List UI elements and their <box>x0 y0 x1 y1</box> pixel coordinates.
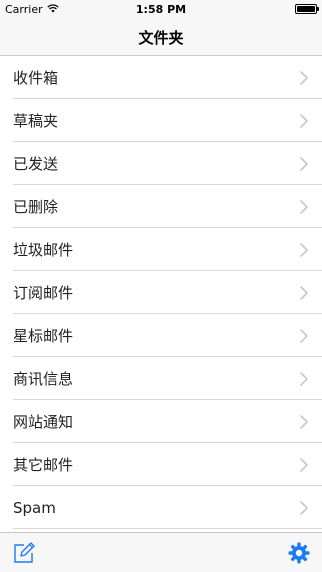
settings-button[interactable] <box>288 542 310 564</box>
folder-label: 收件箱 <box>13 69 59 87</box>
battery-fill <box>297 6 315 12</box>
chevron-right-icon <box>300 242 308 257</box>
chevron-right-icon <box>300 156 308 171</box>
gear-icon <box>288 542 310 568</box>
folder-list: 收件箱草稿夹已发送已删除垃圾邮件订阅邮件星标邮件商讯信息网站通知其它邮件 Spam <box>0 56 322 529</box>
folder-row[interactable]: 星标邮件 <box>0 314 322 357</box>
chevron-right-icon <box>300 328 308 343</box>
page-title: 文件夹 <box>138 29 184 47</box>
folder-row[interactable]: 网站通知 <box>0 400 322 443</box>
chevron-right-icon <box>300 457 308 472</box>
folder-row[interactable]: 商讯信息 <box>0 357 322 400</box>
folder-row[interactable]: 订阅邮件 <box>0 271 322 314</box>
folder-label: 已删除 <box>13 198 59 216</box>
folder-label: 商讯信息 <box>13 370 74 388</box>
chevron-right-icon <box>300 199 308 214</box>
status-bar: Carrier 1:58 PM <box>0 0 322 20</box>
folder-label: 垃圾邮件 <box>13 241 74 259</box>
folder-row[interactable]: Spam <box>0 486 322 529</box>
chevron-right-icon <box>300 113 308 128</box>
folder-label: 其它邮件 <box>13 456 74 474</box>
chevron-right-icon <box>300 285 308 300</box>
chevron-right-icon <box>300 70 308 85</box>
folder-row[interactable]: 已删除 <box>0 185 322 228</box>
folder-row[interactable]: 收件箱 <box>0 56 322 99</box>
folder-label: 已发送 <box>13 155 59 173</box>
compose-icon <box>12 542 36 569</box>
folder-label: 草稿夹 <box>13 112 59 130</box>
folder-label: 星标邮件 <box>13 327 74 345</box>
bottom-toolbar <box>0 532 322 572</box>
folder-row[interactable]: 垃圾邮件 <box>0 228 322 271</box>
folder-row[interactable]: 已发送 <box>0 142 322 185</box>
folder-label: Spam <box>13 498 56 517</box>
compose-button[interactable] <box>12 541 36 565</box>
folder-label: 订阅邮件 <box>13 284 74 302</box>
folder-row[interactable]: 草稿夹 <box>0 99 322 142</box>
battery-icon <box>295 4 319 14</box>
chevron-right-icon <box>300 414 308 429</box>
status-time: 1:58 PM <box>135 3 187 16</box>
chevron-right-icon <box>300 371 308 386</box>
nav-bar: 文件夹 <box>0 20 322 56</box>
chevron-right-icon <box>300 500 308 515</box>
folder-row[interactable]: 其它邮件 <box>0 443 322 486</box>
folder-label: 网站通知 <box>13 413 74 431</box>
